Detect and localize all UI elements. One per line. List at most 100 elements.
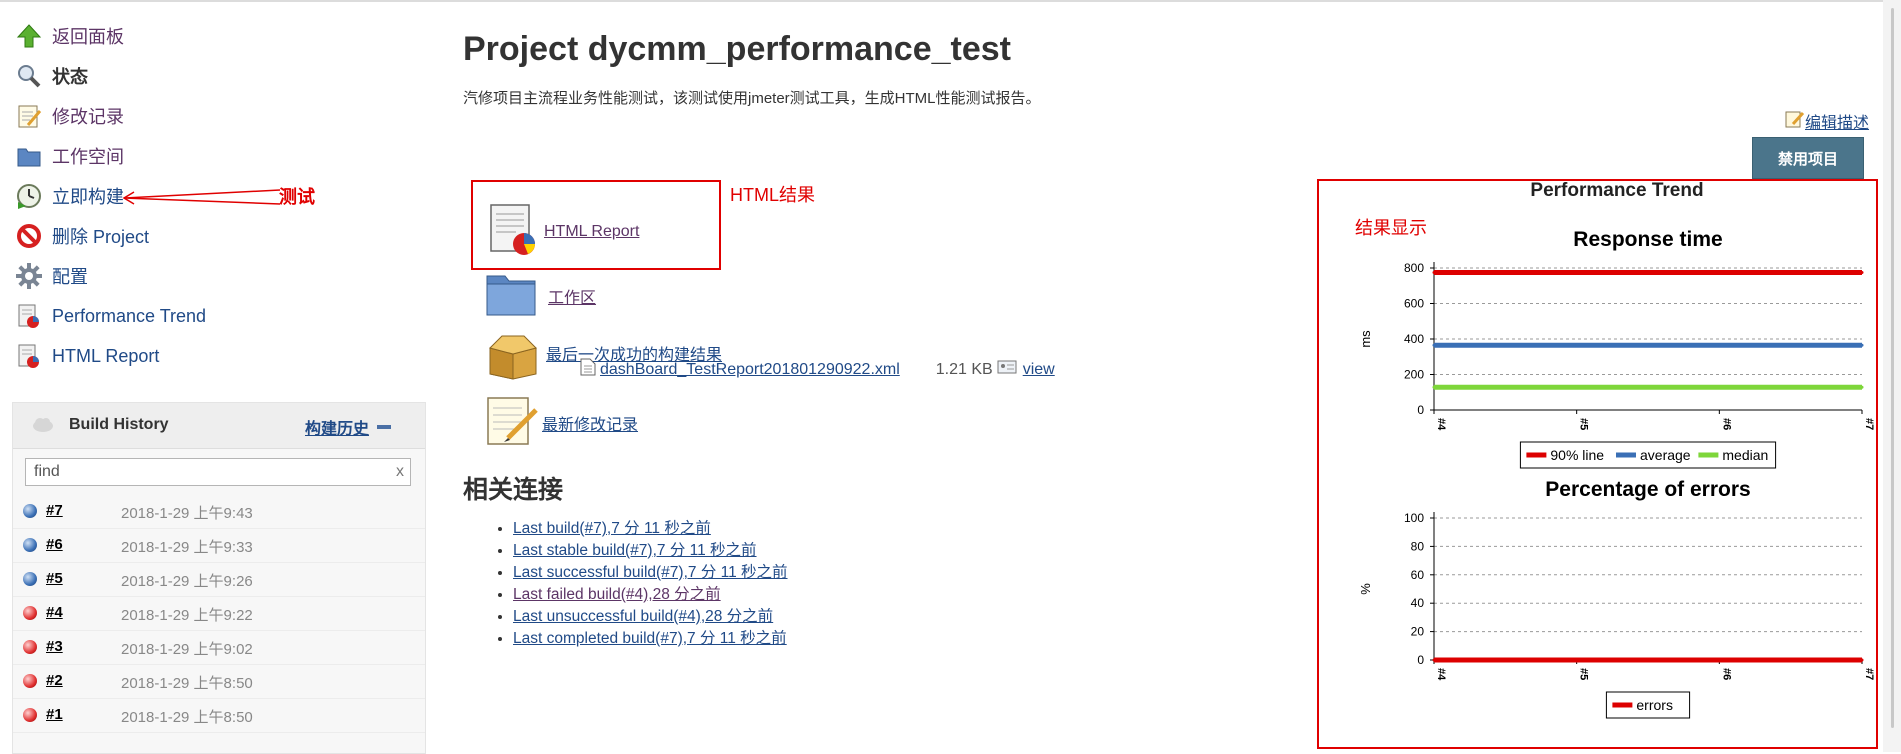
data-point — [1432, 385, 1436, 389]
legend-label: average — [1640, 447, 1691, 463]
list-item: Last failed build(#4),28 分之前 — [513, 584, 788, 606]
build-number-link[interactable]: #4 — [46, 604, 63, 621]
errors-chart: Percentage of errors 0 20 40 60 80 100% #4 #5 #6 #… — [1358, 478, 1875, 719]
sidebar-item-html-report[interactable]: HTML Report — [14, 341, 159, 371]
build-number-link[interactable]: #7 — [46, 502, 63, 519]
x-tick-label: #5 — [1578, 418, 1590, 430]
workspace-link-row[interactable]: 工作区 — [484, 268, 596, 323]
sidebar-item-label[interactable]: 工作空间 — [52, 143, 124, 169]
build-status-icon — [23, 538, 37, 552]
build-history-title: Build History — [69, 416, 169, 433]
build-number-link[interactable]: #2 — [46, 672, 63, 689]
performance-trend-title: Performance Trend — [1530, 180, 1704, 201]
scrollbar-thumb[interactable] — [1891, 8, 1894, 728]
related-link-last-stable[interactable]: Last stable build(#7),7 分 11 秒之前 — [513, 542, 757, 559]
sidebar-item-label[interactable]: 配置 — [52, 263, 88, 289]
edit-description-link[interactable]: 编辑描述 — [1785, 109, 1869, 133]
list-item: Last unsuccessful build(#4),28 分之前 — [513, 606, 788, 628]
search-input-value: find — [34, 463, 60, 480]
sidebar-item-delete-project[interactable]: 删除 Project — [14, 221, 149, 251]
x-tick-label: #6 — [1720, 418, 1732, 430]
related-link-last-unsuccessful[interactable]: Last unsuccessful build(#4),28 分之前 — [513, 608, 773, 625]
sidebar-item-configure[interactable]: 配置 — [14, 261, 88, 291]
x-tick-label: #5 — [1578, 668, 1590, 680]
sidebar-item-changes[interactable]: 修改记录 — [14, 101, 124, 131]
data-point — [1432, 343, 1436, 347]
y-tick-label: 600 — [1404, 297, 1424, 311]
vertical-scrollbar[interactable] — [1883, 0, 1901, 752]
y-axis-label: % — [1358, 583, 1373, 595]
build-history-header: Build History 构建历史 — [13, 403, 425, 449]
build-date: 2018-1-29 上午8:50 — [121, 675, 253, 692]
build-date: 2018-1-29 上午9:43 — [121, 505, 253, 522]
build-date: 2018-1-29 上午9:26 — [121, 573, 253, 590]
build-status-icon — [23, 572, 37, 586]
artifact-view-link[interactable]: view — [1023, 361, 1055, 379]
sidebar-item-label[interactable]: HTML Report — [52, 346, 159, 367]
related-link-last-build[interactable]: Last build(#7),7 分 11 秒之前 — [513, 520, 711, 537]
y-tick-label: 400 — [1404, 332, 1424, 346]
report-chart-icon — [14, 301, 44, 331]
build-status-icon — [23, 504, 37, 518]
html-report-link-row[interactable]: HTML Report — [488, 202, 639, 261]
collapse-minus-icon[interactable] — [377, 425, 391, 429]
data-point — [1717, 658, 1721, 662]
build-number-link[interactable]: #5 — [46, 570, 63, 587]
list-item: Last stable build(#7),7 分 11 秒之前 — [513, 540, 788, 562]
sidebar-item-back-to-dashboard[interactable]: 返回面板 — [14, 21, 124, 51]
disable-project-button[interactable]: 禁用项目 — [1752, 137, 1864, 179]
list-item: Last successful build(#7),7 分 11 秒之前 — [513, 562, 788, 584]
chart-title: Percentage of errors — [1545, 478, 1750, 501]
data-point — [1575, 385, 1579, 389]
related-link-last-failed[interactable]: Last failed build(#4),28 分之前 — [513, 586, 721, 603]
recent-changes-link[interactable]: 最新修改记录 — [542, 411, 638, 435]
html-report-link[interactable]: HTML Report — [544, 223, 639, 241]
build-row: #4 2018-1-29 上午9:22 — [13, 596, 425, 631]
sidebar-item-label[interactable]: Performance Trend — [52, 306, 206, 327]
sidebar-item-status[interactable]: 状态 — [14, 61, 88, 91]
chart-title: Response time — [1573, 228, 1722, 251]
y-tick-label: 80 — [1411, 539, 1425, 553]
sidebar-item-label[interactable]: 立即构建 — [52, 183, 124, 209]
annotation-test: 测试 — [279, 187, 315, 207]
sidebar-item-label[interactable]: 状态 — [52, 63, 88, 89]
clear-search-icon[interactable]: x — [396, 459, 404, 485]
sidebar-item-build-now[interactable]: 立即构建 — [14, 181, 124, 211]
build-number-link[interactable]: #6 — [46, 536, 63, 553]
y-tick-label: 60 — [1411, 568, 1425, 582]
data-point — [1717, 385, 1721, 389]
data-point — [1860, 658, 1864, 662]
y-axis-label: ms — [1358, 330, 1373, 348]
sidebar-item-performance-trend[interactable]: Performance Trend — [14, 301, 206, 331]
edit-description-label[interactable]: 编辑描述 — [1805, 109, 1869, 133]
build-history-search-input[interactable]: find x — [25, 458, 411, 486]
magnifier-icon — [14, 61, 44, 91]
sidebar-item-workspace[interactable]: 工作空间 — [14, 141, 124, 171]
related-links-title: 相关连接 — [463, 476, 564, 504]
folder-icon — [484, 268, 538, 323]
top-border — [0, 0, 1901, 2]
artifact-file-link[interactable]: dashBoard_TestReport201801290922.xml — [600, 361, 900, 379]
sidebar-item-label[interactable]: 返回面板 — [52, 23, 124, 49]
sidebar-item-label[interactable]: 删除 Project — [52, 223, 149, 249]
y-tick-label: 20 — [1411, 625, 1425, 639]
x-tick-label: #4 — [1435, 418, 1447, 431]
workspace-link[interactable]: 工作区 — [548, 284, 596, 308]
recent-changes-row[interactable]: 最新修改记录 — [484, 392, 638, 453]
legend-label: median — [1722, 447, 1768, 463]
sidebar-item-label[interactable]: 修改记录 — [52, 103, 124, 129]
build-history-trend-link[interactable]: 构建历史 — [305, 415, 369, 439]
build-number-link[interactable]: #1 — [46, 706, 63, 723]
build-number-link[interactable]: #3 — [46, 638, 63, 655]
related-link-last-successful[interactable]: Last successful build(#7),7 分 11 秒之前 — [513, 564, 788, 581]
artifact-file-size: 1.21 KB — [935, 360, 993, 378]
legend-label: errors — [1636, 697, 1673, 713]
build-row: #3 2018-1-29 上午9:02 — [13, 630, 425, 665]
y-tick-label: 0 — [1417, 403, 1424, 417]
build-row: #5 2018-1-29 上午9:26 — [13, 562, 425, 597]
build-row: #2 2018-1-29 上午8:50 — [13, 664, 425, 699]
data-point — [1575, 658, 1579, 662]
related-link-last-completed[interactable]: Last completed build(#7),7 分 11 秒之前 — [513, 630, 787, 647]
related-links-list: Last build(#7),7 分 11 秒之前 Last stable bu… — [495, 518, 788, 650]
x-tick-label: #7 — [1863, 668, 1875, 680]
